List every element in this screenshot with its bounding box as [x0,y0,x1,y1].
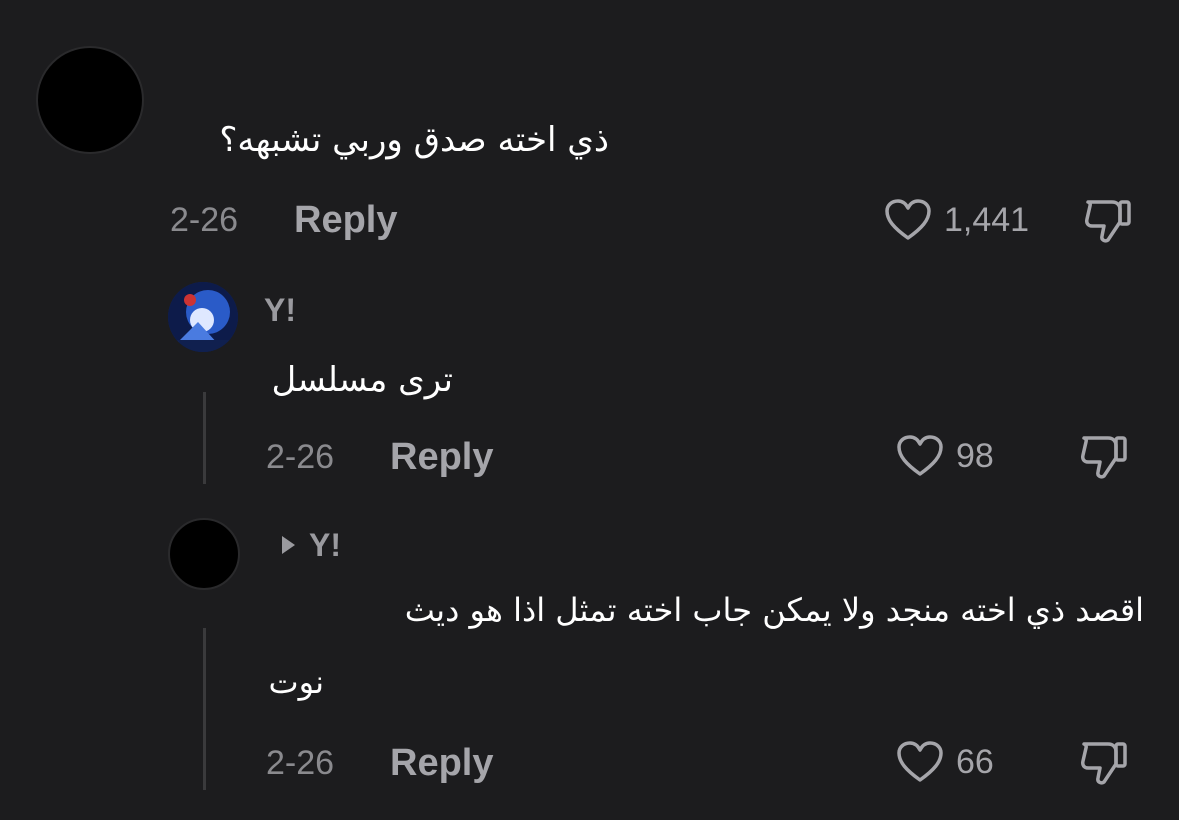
reply-date: 2-26 [266,744,335,782]
heart-outline-icon [885,199,931,240]
reply-avatar[interactable] [168,518,240,590]
reply-button[interactable]: Reply [294,200,397,240]
avatar-image [168,282,238,352]
comment-text: ذي اخته صدق وربي تشبهه؟ [219,120,609,160]
reply-button[interactable]: Reply [390,437,493,477]
comment-date: 2-26 [170,201,239,239]
reply-text-line2: نوت [268,663,324,701]
reply-text: ترى مسلسل [271,360,453,400]
dislike-button[interactable] [1078,432,1128,486]
thumbs-down-icon [1081,742,1127,785]
reply-button[interactable]: Reply [390,743,493,783]
commenter-avatar[interactable] [36,46,144,154]
thumbs-down-icon [1081,436,1127,479]
reply-avatar-y[interactable] [168,282,238,352]
heart-outline-icon [897,435,943,476]
thumbs-down-icon [1085,200,1131,243]
reply-to-username: Y! [309,527,341,563]
like-button[interactable]: 98 [896,432,994,480]
thread-line [203,392,206,484]
reply-text-line1: اقصد ذي اخته منجد ولا يمكن جاب اخته تمثل… [404,591,1144,629]
dislike-button[interactable] [1082,196,1132,250]
reply-username[interactable]: Y! [264,292,296,328]
reply-date: 2-26 [266,438,335,476]
like-button[interactable]: 1,441 [884,196,1029,244]
like-button[interactable]: 66 [896,738,994,786]
like-count: 1,441 [944,201,1030,239]
like-count: 66 [956,743,994,781]
triangle-right-icon [282,536,295,554]
reply-to-label[interactable]: Y! [282,527,341,563]
heart-outline-icon [897,741,943,782]
dislike-button[interactable] [1078,738,1128,792]
like-count: 98 [956,437,994,475]
thread-line [203,628,206,790]
